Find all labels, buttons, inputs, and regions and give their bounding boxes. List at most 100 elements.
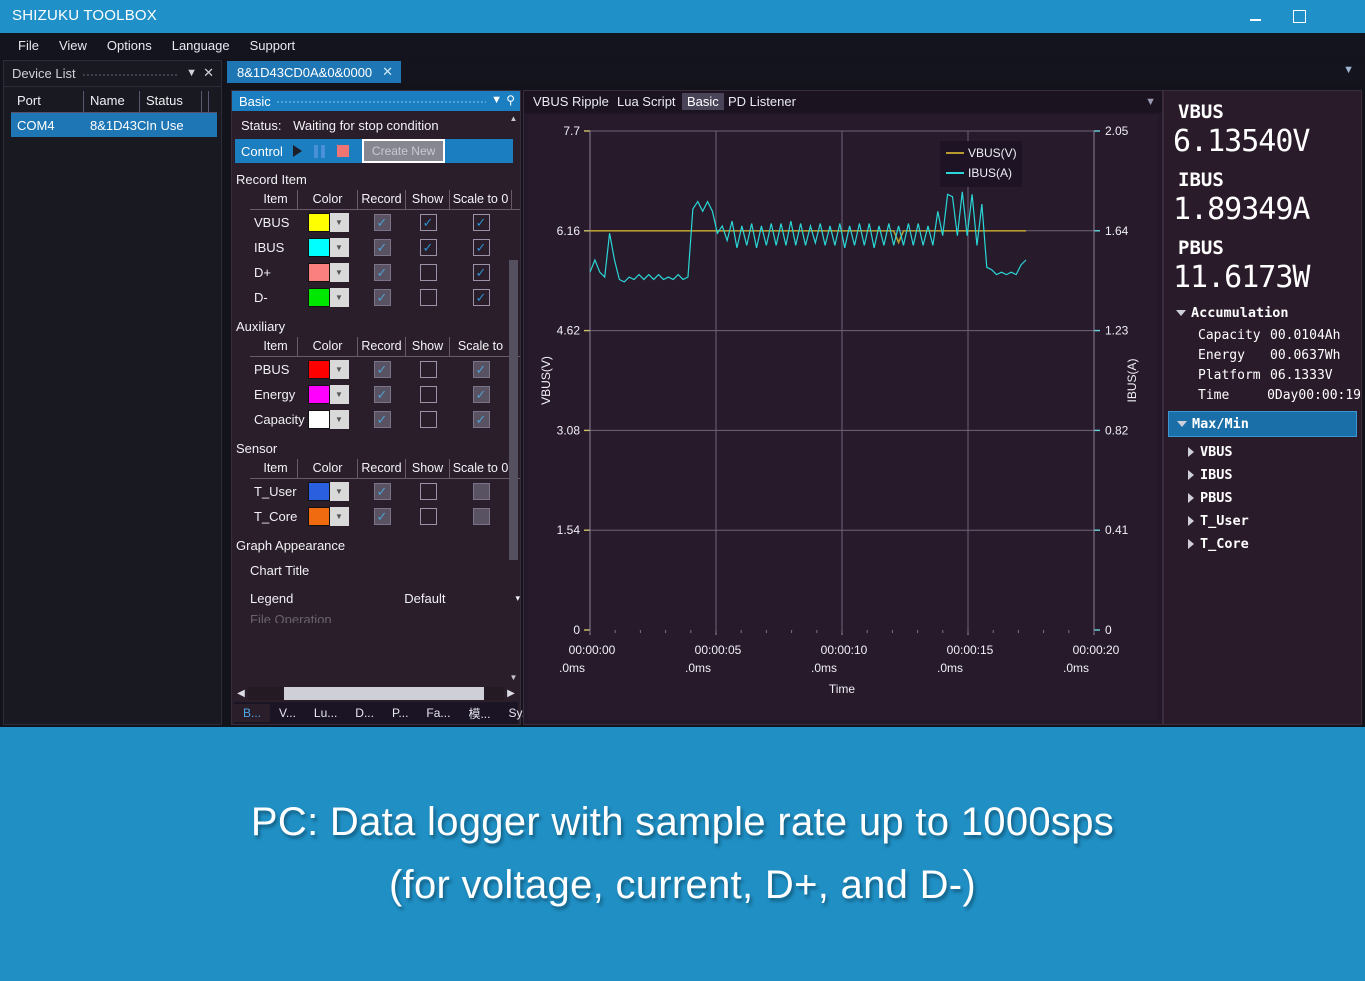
column-record[interactable]: Record: [358, 190, 406, 209]
chevron-down-icon[interactable]: ▼: [329, 213, 349, 232]
close-icon[interactable]: ✕: [203, 65, 214, 81]
menu-item-file[interactable]: File: [8, 35, 49, 56]
chevron-down-icon[interactable]: ▼: [329, 410, 349, 429]
play-icon[interactable]: [292, 145, 302, 157]
minimize-button[interactable]: [1233, 0, 1277, 33]
record-checkbox[interactable]: [358, 483, 406, 500]
scroll-down-arrow[interactable]: ▼: [508, 672, 519, 684]
show-checkbox[interactable]: [406, 264, 450, 281]
scale-checkbox[interactable]: [450, 483, 512, 500]
scrollbar-track[interactable]: [248, 687, 504, 700]
column-status[interactable]: Status: [140, 91, 202, 112]
bottom-tab-fa[interactable]: Fa...: [417, 704, 459, 722]
bottom-tab-basic[interactable]: B...: [234, 704, 271, 722]
record-checkbox[interactable]: [358, 214, 406, 231]
column-show[interactable]: Show: [406, 459, 450, 478]
scale-checkbox[interactable]: [450, 214, 512, 231]
column-scale[interactable]: Scale to: [450, 337, 512, 356]
tab-basic[interactable]: Basic: [682, 93, 724, 110]
table-row[interactable]: COM4 8&1D43C In Use: [11, 113, 217, 137]
column-scale[interactable]: Scale to 0: [450, 190, 512, 209]
record-checkbox[interactable]: [358, 239, 406, 256]
scale-checkbox[interactable]: [450, 411, 512, 428]
column-name[interactable]: Name: [84, 91, 140, 112]
scale-checkbox[interactable]: [450, 386, 512, 403]
record-checkbox[interactable]: [358, 264, 406, 281]
bottom-tab-p[interactable]: P...: [383, 704, 417, 722]
close-button[interactable]: [1321, 0, 1365, 33]
chevron-down-icon[interactable]: ▼: [329, 507, 349, 526]
bottom-tab-d[interactable]: D...: [346, 704, 383, 722]
scrollbar-thumb[interactable]: [284, 687, 484, 700]
accumulation-group[interactable]: Accumulation: [1164, 295, 1361, 323]
column-item[interactable]: Item: [250, 459, 298, 478]
color-picker[interactable]: ▼: [298, 385, 358, 404]
color-picker[interactable]: ▼: [298, 507, 358, 526]
tab-lua-script[interactable]: Lua Script: [612, 93, 681, 110]
record-checkbox[interactable]: [358, 411, 406, 428]
record-checkbox[interactable]: [358, 508, 406, 525]
color-picker[interactable]: ▼: [298, 410, 358, 429]
bottom-tab-mo[interactable]: 模...: [459, 703, 499, 724]
menu-item-view[interactable]: View: [49, 35, 97, 56]
column-record[interactable]: Record: [358, 459, 406, 478]
maxmin-item-tcore[interactable]: T_Core: [1164, 529, 1361, 552]
menu-item-support[interactable]: Support: [240, 35, 306, 56]
scroll-up-arrow[interactable]: ▲: [508, 113, 519, 125]
scale-checkbox[interactable]: [450, 264, 512, 281]
chevron-down-icon[interactable]: ▼: [186, 67, 197, 79]
chevron-down-icon[interactable]: ▼: [329, 385, 349, 404]
stop-icon[interactable]: [336, 145, 349, 157]
color-picker[interactable]: ▼: [298, 288, 358, 307]
chevron-down-icon[interactable]: ▼: [329, 263, 349, 282]
chevron-down-icon[interactable]: ▼: [329, 288, 349, 307]
column-show[interactable]: Show: [406, 190, 450, 209]
maxmin-item-pbus[interactable]: PBUS: [1164, 483, 1361, 506]
scroll-right-arrow[interactable]: ▶: [504, 688, 518, 699]
column-color[interactable]: Color: [298, 337, 358, 356]
bottom-tab-lua[interactable]: Lu...: [305, 704, 346, 722]
bottom-tab-v[interactable]: V...: [270, 704, 305, 722]
color-picker[interactable]: ▼: [298, 213, 358, 232]
show-checkbox[interactable]: [406, 239, 450, 256]
scale-checkbox[interactable]: [450, 239, 512, 256]
horizontal-scrollbar[interactable]: ◀ ▶: [234, 686, 518, 701]
show-checkbox[interactable]: [406, 361, 450, 378]
menu-item-options[interactable]: Options: [97, 35, 162, 56]
color-picker[interactable]: ▼: [298, 263, 358, 282]
record-checkbox[interactable]: [358, 289, 406, 306]
chevron-down-icon[interactable]: ▼: [329, 360, 349, 379]
maxmin-item-tuser[interactable]: T_User: [1164, 506, 1361, 529]
chevron-down-icon[interactable]: ▼: [1343, 64, 1354, 76]
column-record[interactable]: Record: [358, 337, 406, 356]
record-checkbox[interactable]: [358, 361, 406, 378]
column-port[interactable]: Port: [11, 91, 84, 112]
column-color[interactable]: Color: [298, 190, 358, 209]
maxmin-group[interactable]: Max/Min: [1168, 411, 1357, 437]
column-scale[interactable]: Scale to 0: [450, 459, 512, 478]
pause-icon[interactable]: [313, 144, 325, 158]
column-show[interactable]: Show: [406, 337, 450, 356]
plot-area[interactable]: 0 0 1.54 0.41 3.08 0.82 4.62 1.23 6.16 1.64 7.7 2.0…: [528, 115, 1158, 720]
close-icon[interactable]: ✕: [382, 64, 393, 80]
show-checkbox[interactable]: [406, 411, 450, 428]
scale-checkbox[interactable]: [450, 289, 512, 306]
chevron-down-icon[interactable]: ▼: [329, 482, 349, 501]
scroll-left-arrow[interactable]: ◀: [234, 688, 248, 699]
pin-icon[interactable]: ⚲: [506, 93, 515, 107]
color-picker[interactable]: ▼: [298, 238, 358, 257]
show-checkbox[interactable]: [406, 508, 450, 525]
tab-pd-listener[interactable]: PD Listener: [723, 93, 801, 110]
scrollbar-thumb[interactable]: [509, 260, 518, 560]
column-item[interactable]: Item: [250, 337, 298, 356]
legend-value[interactable]: Default: [404, 591, 445, 606]
show-checkbox[interactable]: [406, 386, 450, 403]
scale-checkbox[interactable]: [450, 508, 512, 525]
maxmin-item-vbus[interactable]: VBUS: [1164, 437, 1361, 460]
create-new-button[interactable]: Create New: [361, 139, 446, 163]
column-item[interactable]: Item: [250, 190, 298, 209]
chevron-down-icon[interactable]: ▼: [329, 238, 349, 257]
maxmin-item-ibus[interactable]: IBUS: [1164, 460, 1361, 483]
record-checkbox[interactable]: [358, 386, 406, 403]
show-checkbox[interactable]: [406, 483, 450, 500]
